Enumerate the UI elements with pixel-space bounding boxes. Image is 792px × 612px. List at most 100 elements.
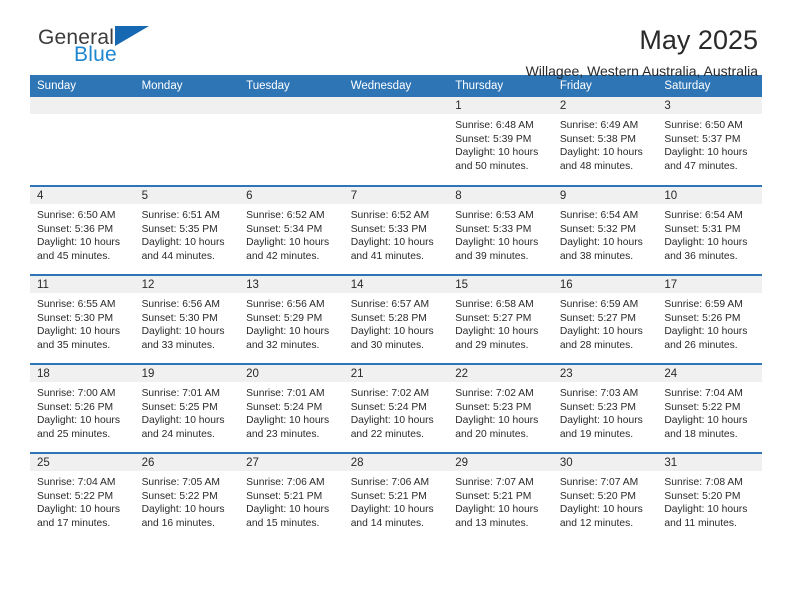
calendar-day-cell[interactable]: 28 Sunrise: 7:06 AM Sunset: 5:21 PM Dayligh… xyxy=(343,452,449,542)
day-number: 12 xyxy=(134,276,240,293)
calendar-day-cell[interactable]: 2 Sunrise: 6:49 AM Sunset: 5:38 PM Daylight… xyxy=(552,97,658,186)
calendar-day-cell[interactable]: 9 Sunrise: 6:54 AM Sunset: 5:32 PM Daylight… xyxy=(552,185,658,275)
daylight-duration-line1: Daylight: 10 hours xyxy=(559,415,643,427)
daylight-duration-line2: and 50 minutes. xyxy=(455,160,529,172)
day-number xyxy=(343,97,449,114)
day-details: Sunrise: 6:52 AM Sunset: 5:34 PM Daylight:… xyxy=(239,204,344,263)
calendar-day-cell[interactable]: 24 Sunrise: 7:04 AM Sunset: 5:22 PM Dayligh… xyxy=(657,363,762,453)
day-number: 20 xyxy=(239,365,344,382)
sunrise-time: Sunrise: 6:58 AM xyxy=(455,299,534,310)
daylight-duration-line1: Daylight: 10 hours xyxy=(455,237,539,249)
calendar-day-cell[interactable]: 3 Sunrise: 6:50 AM Sunset: 5:37 PM Daylight… xyxy=(657,97,762,186)
calendar-day-cell[interactable]: 25 Sunrise: 7:04 AM Sunset: 5:22 PM Dayligh… xyxy=(30,452,135,542)
sunrise-time: Sunrise: 6:50 AM xyxy=(664,120,743,131)
calendar-day-cell[interactable]: 22 Sunrise: 7:02 AM Sunset: 5:23 PM Dayligh… xyxy=(448,363,553,453)
sunrise-time: Sunrise: 7:02 AM xyxy=(455,388,534,399)
sunset-time: Sunset: 5:26 PM xyxy=(664,312,741,324)
calendar-day-cell[interactable]: 26 Sunrise: 7:05 AM Sunset: 5:22 PM Dayligh… xyxy=(134,452,240,542)
sunrise-time: Sunrise: 6:56 AM xyxy=(141,299,220,310)
daylight-duration-line2: and 42 minutes. xyxy=(246,250,320,262)
calendar-day-cell[interactable]: 1 Sunrise: 6:48 AM Sunset: 5:39 PM Daylight… xyxy=(448,97,553,186)
day-details: Sunrise: 6:52 AM Sunset: 5:33 PM Daylight:… xyxy=(344,204,449,263)
calendar-day-cell[interactable]: 16 Sunrise: 6:59 AM Sunset: 5:27 PM Dayligh… xyxy=(552,274,658,364)
sunset-time: Sunset: 5:30 PM xyxy=(141,312,218,324)
day-number: 5 xyxy=(134,187,240,204)
calendar-day-cell[interactable]: 23 Sunrise: 7:03 AM Sunset: 5:23 PM Dayligh… xyxy=(552,363,658,453)
day-number: 6 xyxy=(239,187,344,204)
sunset-time: Sunset: 5:22 PM xyxy=(664,401,741,413)
day-details: Sunrise: 6:59 AM Sunset: 5:26 PM Daylight:… xyxy=(657,293,762,352)
daylight-duration-line2: and 45 minutes. xyxy=(37,250,111,262)
calendar-day-cell[interactable]: 11 Sunrise: 6:55 AM Sunset: 5:30 PM Dayligh… xyxy=(30,274,135,364)
day-details: Sunrise: 7:08 AM Sunset: 5:20 PM Daylight:… xyxy=(657,471,762,530)
daylight-duration-line2: and 13 minutes. xyxy=(455,517,529,529)
day-details: Sunrise: 6:56 AM Sunset: 5:30 PM Daylight:… xyxy=(135,293,240,352)
day-number: 30 xyxy=(552,454,658,471)
daylight-duration-line1: Daylight: 10 hours xyxy=(141,504,225,516)
calendar-day-cell[interactable]: 27 Sunrise: 7:06 AM Sunset: 5:21 PM Dayligh… xyxy=(239,452,344,542)
daylight-duration-line2: and 25 minutes. xyxy=(37,428,111,440)
daylight-duration-line1: Daylight: 10 hours xyxy=(37,237,120,249)
calendar-day-cell[interactable]: 18 Sunrise: 7:00 AM Sunset: 5:26 PM Dayligh… xyxy=(30,363,135,453)
sunset-time: Sunset: 5:37 PM xyxy=(664,133,741,145)
sunset-time: Sunset: 5:33 PM xyxy=(350,223,427,235)
calendar-day-cell[interactable]: 10 Sunrise: 6:54 AM Sunset: 5:31 PM Dayligh… xyxy=(657,185,762,275)
daylight-duration-line2: and 26 minutes. xyxy=(664,339,738,351)
day-number: 25 xyxy=(30,454,135,471)
daylight-duration-line1: Daylight: 10 hours xyxy=(455,504,539,516)
sunrise-time: Sunrise: 6:48 AM xyxy=(455,120,534,131)
calendar-day-cell[interactable]: 31 Sunrise: 7:08 AM Sunset: 5:20 PM Dayligh… xyxy=(657,452,762,542)
sunrise-time: Sunrise: 6:52 AM xyxy=(350,210,430,221)
day-details: Sunrise: 7:07 AM Sunset: 5:20 PM Daylight:… xyxy=(553,471,658,530)
sunrise-time: Sunrise: 6:56 AM xyxy=(246,299,325,310)
day-number: 14 xyxy=(343,276,449,293)
day-number: 19 xyxy=(134,365,240,382)
calendar-day-cell[interactable]: 13 Sunrise: 6:56 AM Sunset: 5:29 PM Dayligh… xyxy=(239,274,344,364)
day-details: Sunrise: 7:05 AM Sunset: 5:22 PM Daylight:… xyxy=(135,471,240,530)
daylight-duration-line1: Daylight: 10 hours xyxy=(664,237,748,249)
calendar-day-cell[interactable]: 20 Sunrise: 7:01 AM Sunset: 5:24 PM Dayligh… xyxy=(239,363,344,453)
day-details: Sunrise: 6:57 AM Sunset: 5:28 PM Daylight:… xyxy=(344,293,449,352)
calendar-day-cell[interactable]: 21 Sunrise: 7:02 AM Sunset: 5:24 PM Dayligh… xyxy=(343,363,449,453)
sunset-time: Sunset: 5:21 PM xyxy=(350,490,427,502)
daylight-duration-line2: and 28 minutes. xyxy=(559,339,634,351)
daylight-duration-line2: and 35 minutes. xyxy=(37,339,111,351)
day-number: 18 xyxy=(30,365,135,382)
day-number xyxy=(134,97,240,114)
daylight-duration-line2: and 24 minutes. xyxy=(141,428,215,440)
day-details: Sunrise: 6:48 AM Sunset: 5:39 PM Daylight:… xyxy=(448,114,553,173)
sunrise-time: Sunrise: 6:52 AM xyxy=(246,210,325,221)
daylight-duration-line1: Daylight: 10 hours xyxy=(141,415,225,427)
calendar-day-cell[interactable]: 5 Sunrise: 6:51 AM Sunset: 5:35 PM Daylight… xyxy=(134,185,240,275)
calendar-day-cell[interactable]: 17 Sunrise: 6:59 AM Sunset: 5:26 PM Dayligh… xyxy=(657,274,762,364)
calendar-day-cell[interactable]: 7 Sunrise: 6:52 AM Sunset: 5:33 PM Daylight… xyxy=(343,185,449,275)
calendar-day-cell[interactable]: 12 Sunrise: 6:56 AM Sunset: 5:30 PM Dayligh… xyxy=(134,274,240,364)
sunset-time: Sunset: 5:23 PM xyxy=(559,401,636,413)
calendar-day-cell[interactable]: 14 Sunrise: 6:57 AM Sunset: 5:28 PM Dayligh… xyxy=(343,274,449,364)
calendar-day-cell[interactable]: 29 Sunrise: 7:07 AM Sunset: 5:21 PM Dayligh… xyxy=(448,452,553,542)
calendar-page: General Blue May 2025 Willagee, Western … xyxy=(0,0,792,612)
sunset-time: Sunset: 5:35 PM xyxy=(141,223,218,235)
calendar-day-cell[interactable]: 4 Sunrise: 6:50 AM Sunset: 5:36 PM Daylight… xyxy=(30,185,135,275)
day-number: 29 xyxy=(448,454,553,471)
day-number: 28 xyxy=(343,454,449,471)
calendar-day-cell[interactable]: 19 Sunrise: 7:01 AM Sunset: 5:25 PM Dayligh… xyxy=(134,363,240,453)
daylight-duration-line2: and 17 minutes. xyxy=(37,517,111,529)
day-number: 9 xyxy=(552,187,658,204)
calendar-day-cell[interactable]: 15 Sunrise: 6:58 AM Sunset: 5:27 PM Dayligh… xyxy=(448,274,553,364)
calendar-day-cell[interactable]: 6 Sunrise: 6:52 AM Sunset: 5:34 PM Daylight… xyxy=(239,185,344,275)
daylight-duration-line1: Daylight: 10 hours xyxy=(37,326,120,338)
calendar-day-cell[interactable]: 8 Sunrise: 6:53 AM Sunset: 5:33 PM Daylight… xyxy=(448,185,553,275)
day-details: Sunrise: 7:01 AM Sunset: 5:25 PM Daylight:… xyxy=(135,382,240,441)
daylight-duration-line2: and 33 minutes. xyxy=(141,339,215,351)
sunrise-time: Sunrise: 7:06 AM xyxy=(246,477,325,488)
brand-logo[interactable]: General Blue xyxy=(30,26,150,65)
daylight-duration-line1: Daylight: 10 hours xyxy=(246,326,330,338)
weekday-header-wednesday: Wednesday xyxy=(343,75,449,97)
daylight-duration-line1: Daylight: 10 hours xyxy=(455,415,539,427)
day-number: 31 xyxy=(657,454,762,471)
sunrise-time: Sunrise: 6:59 AM xyxy=(559,299,639,310)
daylight-duration-line1: Daylight: 10 hours xyxy=(664,147,748,159)
calendar-day-cell[interactable]: 30 Sunrise: 7:07 AM Sunset: 5:20 PM Dayligh… xyxy=(552,452,658,542)
page-title: May 2025 xyxy=(639,25,758,55)
